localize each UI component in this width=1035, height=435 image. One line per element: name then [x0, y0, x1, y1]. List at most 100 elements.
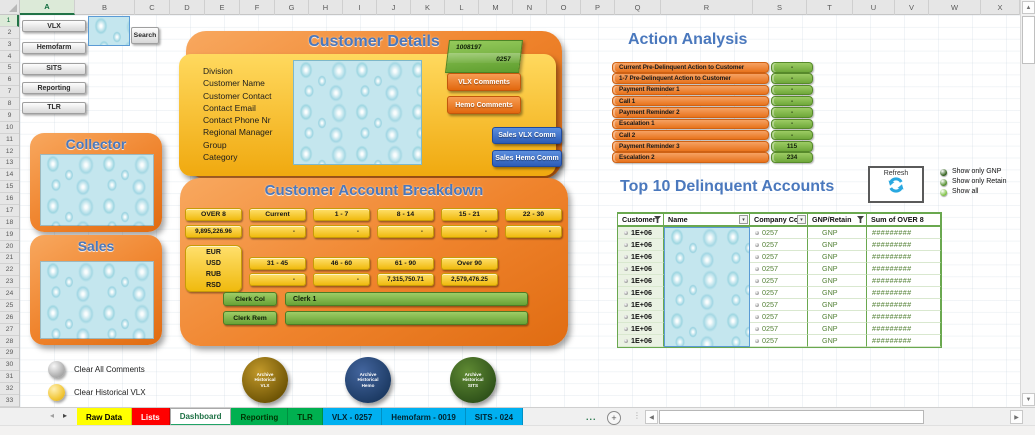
- filter-dot-show-all[interactable]: [940, 189, 947, 196]
- top10-sum-cell[interactable]: #########: [867, 275, 941, 287]
- vertical-scroll-thumb[interactable]: [1022, 16, 1035, 64]
- top10-header-customer[interactable]: Customer: [618, 213, 664, 227]
- clerk-rem-button[interactable]: Clerk Rem: [223, 311, 277, 325]
- column-header-i[interactable]: I: [343, 0, 377, 15]
- row-header-23[interactable]: 23: [0, 276, 19, 289]
- tab-splitter-handle[interactable]: ⋮: [633, 411, 641, 420]
- top10-company-cell[interactable]: 0257: [750, 335, 808, 347]
- nav-button-hemofarm[interactable]: Hemofarm: [22, 41, 86, 54]
- row-header-8[interactable]: 8: [0, 98, 19, 110]
- clear-historical-vlx-button[interactable]: [48, 384, 65, 401]
- top10-sum-cell[interactable]: #########: [867, 263, 941, 275]
- archive-button-sits[interactable]: Archive Historical SITS: [450, 357, 496, 403]
- column-header-c[interactable]: C: [135, 0, 170, 15]
- top10-gnp-cell[interactable]: GNP: [808, 251, 867, 263]
- column-header-x[interactable]: X: [981, 0, 1020, 15]
- top10-sum-cell[interactable]: #########: [867, 251, 941, 263]
- archive-button-hemo[interactable]: Archive Historical Hemo: [345, 357, 391, 403]
- top10-header-gnp-retain[interactable]: GNP/Retain: [808, 213, 867, 227]
- row-header-31[interactable]: 31: [0, 371, 19, 384]
- row-header-3[interactable]: 3: [0, 39, 19, 51]
- column-header-m[interactable]: M: [479, 0, 513, 15]
- column-header-e[interactable]: E: [205, 0, 240, 15]
- row-header-16[interactable]: 16: [0, 193, 19, 205]
- column-header-r[interactable]: R: [661, 0, 753, 15]
- row-header-14[interactable]: 14: [0, 169, 19, 182]
- nav-button-vlx[interactable]: VLX: [22, 20, 86, 32]
- row-header-6[interactable]: 6: [0, 74, 19, 87]
- top10-gnp-cell[interactable]: GNP: [808, 299, 867, 311]
- top10-company-cell[interactable]: 0257: [750, 239, 808, 251]
- column-header-l[interactable]: L: [445, 0, 479, 15]
- top10-gnp-cell[interactable]: GNP: [808, 275, 867, 287]
- top10-gnp-cell[interactable]: GNP: [808, 311, 867, 323]
- row-header-17[interactable]: 17: [0, 205, 19, 217]
- scroll-down-button[interactable]: ▼: [1022, 393, 1035, 406]
- column-header-d[interactable]: D: [170, 0, 205, 15]
- row-header-33[interactable]: 33: [0, 395, 19, 407]
- row-header-10[interactable]: 10: [0, 122, 19, 134]
- filter-label-show-only-retain[interactable]: Show only Retain: [952, 178, 1006, 185]
- row-header-28[interactable]: 28: [0, 336, 19, 348]
- row-header-25[interactable]: 25: [0, 300, 19, 312]
- column-header-t[interactable]: T: [807, 0, 853, 15]
- top10-customer-cell[interactable]: 1E+06: [618, 239, 664, 251]
- row-header-9[interactable]: 9: [0, 110, 19, 122]
- top10-gnp-cell[interactable]: GNP: [808, 263, 867, 275]
- scroll-up-button[interactable]: ▲: [1022, 1, 1035, 14]
- top10-customer-cell[interactable]: 1E+06: [618, 275, 664, 287]
- row-header-15[interactable]: 15: [0, 181, 19, 194]
- scroll-right-button[interactable]: ▶: [1010, 410, 1023, 424]
- filter-dot-show-only-gnp[interactable]: [940, 169, 947, 176]
- row-header-7[interactable]: 7: [0, 86, 19, 99]
- top10-sum-cell[interactable]: #########: [867, 335, 941, 347]
- row-header-21[interactable]: 21: [0, 253, 19, 265]
- dropdown-icon[interactable]: ▾: [797, 215, 806, 224]
- row-header-1[interactable]: 1: [0, 15, 19, 27]
- dropdown-icon[interactable]: ▾: [739, 215, 748, 224]
- filter-icon[interactable]: [857, 216, 864, 223]
- column-header-s[interactable]: S: [753, 0, 807, 15]
- column-header-o[interactable]: O: [547, 0, 581, 15]
- top10-sum-cell[interactable]: #########: [867, 323, 941, 335]
- top10-customer-cell[interactable]: 1E+06: [618, 311, 664, 323]
- column-header-k[interactable]: K: [411, 0, 445, 15]
- column-header-p[interactable]: P: [581, 0, 615, 15]
- sheet-tab-hemofarm-0019[interactable]: Hemofarm - 0019: [382, 408, 466, 426]
- column-header-q[interactable]: Q: [615, 0, 661, 15]
- row-header-12[interactable]: 12: [0, 146, 19, 158]
- row-header-24[interactable]: 24: [0, 288, 19, 300]
- column-header-b[interactable]: B: [75, 0, 135, 15]
- row-header-29[interactable]: 29: [0, 348, 19, 360]
- row-header-5[interactable]: 5: [0, 63, 19, 75]
- nav-button-tlr[interactable]: TLR: [22, 101, 86, 114]
- clear-all-comments-button[interactable]: [48, 361, 65, 378]
- row-header-27[interactable]: 27: [0, 324, 19, 336]
- top10-customer-cell[interactable]: 1E+06: [618, 335, 664, 347]
- row-header-20[interactable]: 20: [0, 241, 19, 253]
- top10-gnp-cell[interactable]: GNP: [808, 227, 867, 239]
- sheet-tab-raw-data[interactable]: Raw Data: [77, 408, 133, 426]
- column-header-v[interactable]: V: [895, 0, 929, 15]
- sheet-tab-sits-024[interactable]: SITS - 024: [465, 408, 524, 426]
- clerk-col-button[interactable]: Clerk Col: [223, 292, 277, 306]
- tab-scroll-left-icon[interactable]: ◂: [50, 411, 54, 420]
- column-header-h[interactable]: H: [309, 0, 343, 15]
- top10-customer-cell[interactable]: 1E+06: [618, 287, 664, 299]
- row-header-26[interactable]: 26: [0, 312, 19, 324]
- sheet-tab-lists[interactable]: Lists: [132, 408, 170, 426]
- top10-customer-cell[interactable]: 1E+06: [618, 323, 664, 335]
- top10-sum-cell[interactable]: #########: [867, 287, 941, 299]
- column-header-g[interactable]: G: [275, 0, 309, 15]
- row-header-22[interactable]: 22: [0, 264, 19, 277]
- column-header-f[interactable]: F: [240, 0, 275, 15]
- row-header-13[interactable]: 13: [0, 158, 19, 170]
- top10-company-cell[interactable]: 0257: [750, 311, 808, 323]
- sheet-tab-reporting[interactable]: Reporting: [231, 408, 289, 426]
- top10-header-sum-of-over-8[interactable]: Sum of OVER 8: [867, 213, 941, 227]
- top10-header-name[interactable]: Name ▾: [664, 213, 750, 227]
- refresh-button[interactable]: Refresh: [868, 166, 924, 203]
- nav-button-reporting[interactable]: Reporting: [22, 82, 86, 94]
- top10-gnp-cell[interactable]: GNP: [808, 239, 867, 251]
- nav-button-sits[interactable]: SITS: [22, 62, 86, 75]
